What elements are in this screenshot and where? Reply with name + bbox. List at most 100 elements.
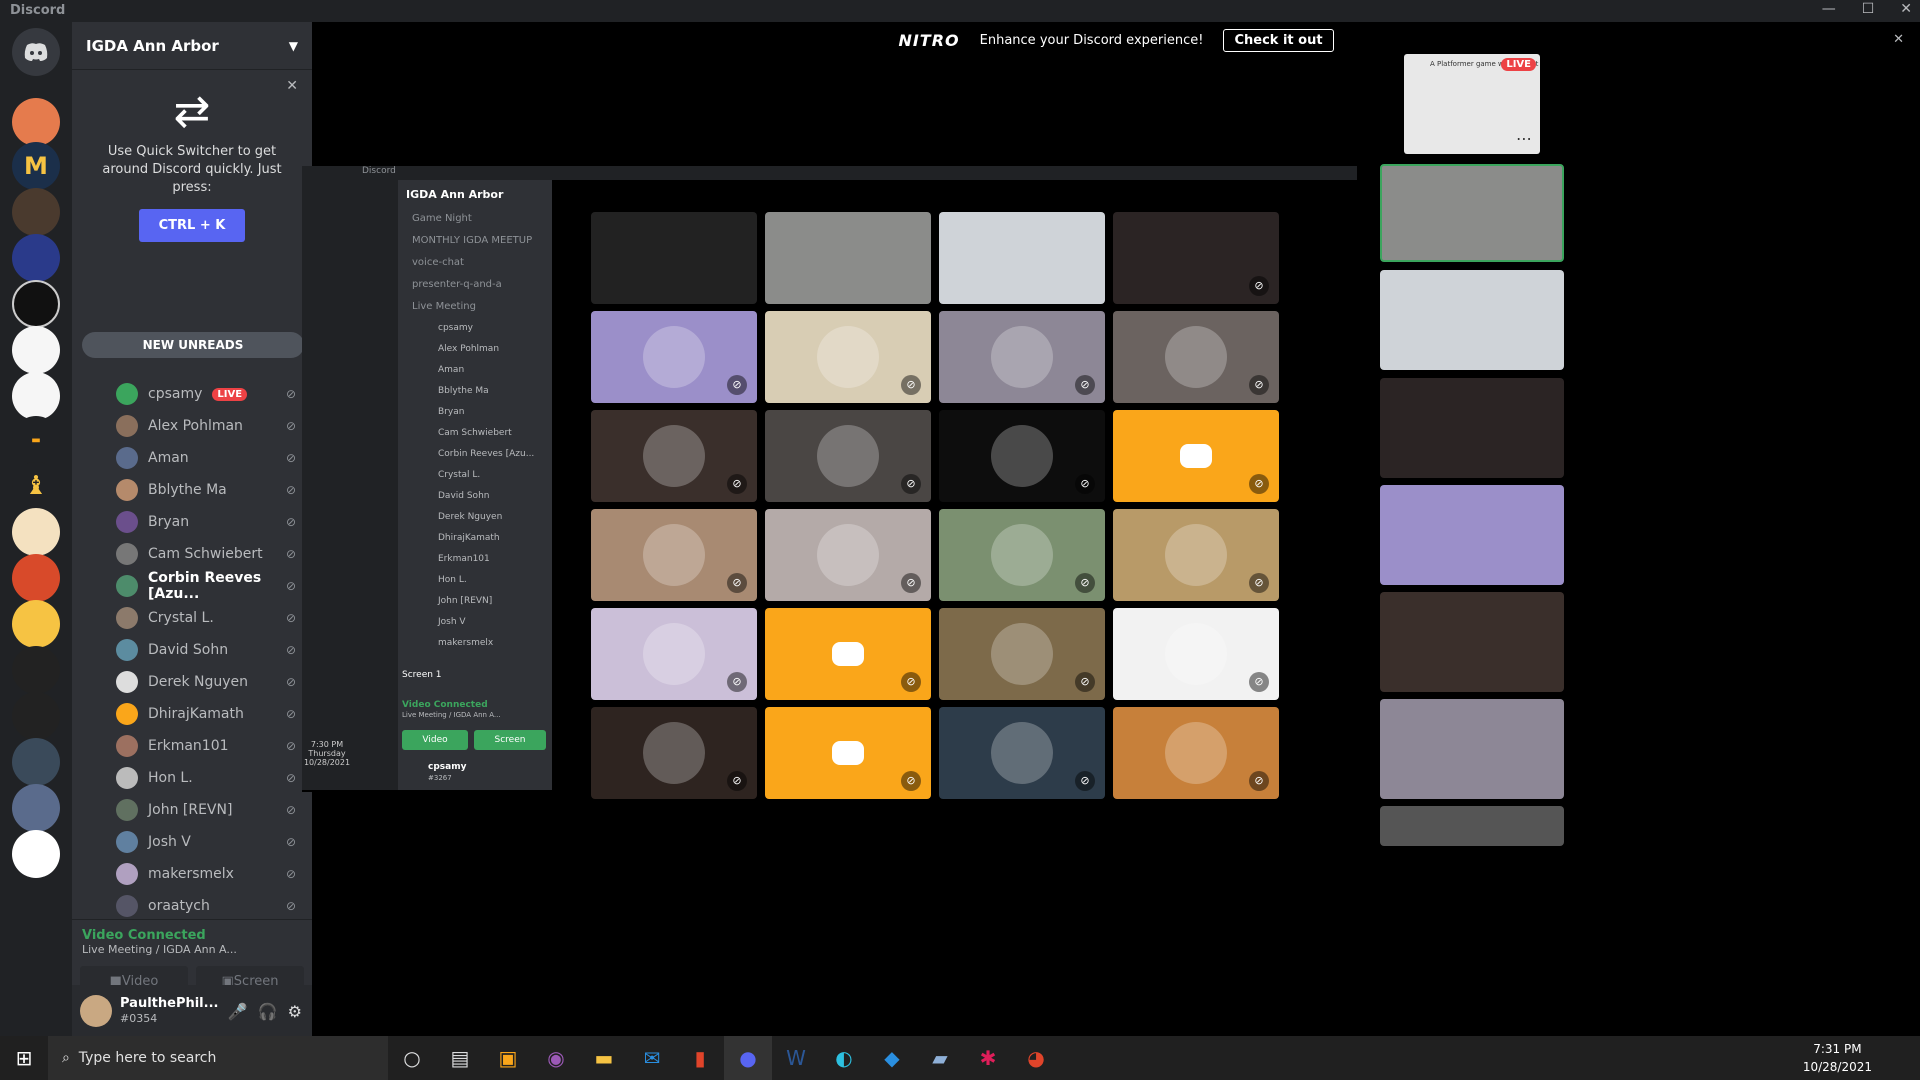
inner-channel[interactable]: presenter-q-and-a	[398, 274, 552, 296]
mail-icon[interactable]: ✉	[628, 1036, 676, 1080]
video-tile[interactable]	[1380, 378, 1564, 478]
video-tile[interactable]	[1380, 485, 1564, 585]
server-icon[interactable]	[12, 830, 60, 878]
video-tile[interactable]: ⊘	[591, 410, 757, 502]
inner-member[interactable]: Bryan	[398, 402, 552, 423]
slack-icon[interactable]: ✱	[964, 1036, 1012, 1080]
inner-member[interactable]: makersmelx	[398, 633, 552, 654]
task-view-icon[interactable]: ▤	[436, 1036, 484, 1080]
discord-home-icon[interactable]	[12, 28, 60, 76]
server-icon[interactable]	[12, 326, 60, 374]
inner-member[interactable]: Erkman101	[398, 549, 552, 570]
inner-member[interactable]: Alex Pohlman	[398, 339, 552, 360]
server-icon[interactable]	[12, 646, 60, 694]
inner-video-button[interactable]: Video	[402, 730, 468, 750]
headphones-icon[interactable]: 🎧	[258, 1002, 278, 1021]
video-tile[interactable]	[1380, 164, 1564, 262]
inner-channel[interactable]: Live Meeting	[398, 296, 552, 318]
new-unreads-pill[interactable]: NEW UNREADS	[82, 332, 304, 358]
voice-channel-path[interactable]: Live Meeting / IGDA Ann A...	[72, 943, 312, 956]
office-icon[interactable]: ▮	[676, 1036, 724, 1080]
more-icon[interactable]: ⋯	[1516, 129, 1532, 148]
video-tile[interactable]: ⊘	[939, 311, 1105, 403]
avatar[interactable]	[80, 995, 112, 1027]
close-icon[interactable]: ✕	[1900, 1, 1912, 17]
store-icon[interactable]: ▣	[484, 1036, 532, 1080]
mic-muted-icon[interactable]: 🎤	[228, 1002, 248, 1021]
inner-member[interactable]: cpsamy	[398, 318, 552, 339]
server-icon[interactable]: ♝	[12, 462, 60, 510]
server-header[interactable]: IGDA Ann Arbor ▼	[72, 22, 312, 70]
cortana-icon[interactable]: ○	[388, 1036, 436, 1080]
video-tile[interactable]: ⊘	[939, 410, 1105, 502]
video-tile[interactable]	[591, 212, 757, 304]
shortcut-button[interactable]: CTRL + K	[138, 209, 246, 242]
inner-member[interactable]: John [REVN]	[398, 591, 552, 612]
voice-member[interactable]: Hon L. ⊘	[72, 762, 312, 794]
video-tile[interactable]	[1380, 592, 1564, 692]
voice-member[interactable]: Corbin Reeves [Azu... ⊘	[72, 570, 312, 602]
video-tile[interactable]	[1380, 270, 1564, 370]
video-tile[interactable]: ⊘	[1113, 707, 1279, 799]
voice-member[interactable]: Erkman101 ⊘	[72, 730, 312, 762]
close-icon[interactable]: ✕	[1893, 32, 1904, 47]
video-tile[interactable]: ⊘	[939, 707, 1105, 799]
video-tile[interactable]: ⊘	[939, 509, 1105, 601]
video-tile[interactable]: ⊘	[765, 509, 931, 601]
server-icon[interactable]	[12, 738, 60, 786]
voice-member[interactable]: Josh V ⊘	[72, 826, 312, 858]
minimize-icon[interactable]: —	[1822, 1, 1836, 17]
voice-member[interactable]: cpsamy LIVE ⊘	[72, 378, 312, 410]
video-tile[interactable]: ⊘	[591, 707, 757, 799]
video-tile[interactable]: ⊘	[1113, 608, 1279, 700]
voice-member[interactable]: Bblythe Ma ⊘	[72, 474, 312, 506]
inner-member[interactable]: DhirajKamath	[398, 528, 552, 549]
inner-member[interactable]: Cam Schwiebert	[398, 423, 552, 444]
server-icon[interactable]	[12, 600, 60, 648]
inner-member[interactable]: Derek Nguyen	[398, 507, 552, 528]
chrome-icon[interactable]: ◕	[1012, 1036, 1060, 1080]
file-explorer-icon[interactable]: ▬	[580, 1036, 628, 1080]
gear-icon[interactable]: ⚙	[288, 1002, 302, 1021]
video-tile[interactable]: ⊘	[765, 410, 931, 502]
video-tile[interactable]	[1380, 699, 1564, 799]
edge-icon[interactable]: ◐	[820, 1036, 868, 1080]
voice-member[interactable]: Cam Schwiebert ⊘	[72, 538, 312, 570]
inner-member[interactable]: David Sohn	[398, 486, 552, 507]
voice-member[interactable]: Bryan ⊘	[72, 506, 312, 538]
video-tile[interactable]: ⊘	[765, 707, 931, 799]
vscode-icon[interactable]: ◆	[868, 1036, 916, 1080]
server-icon[interactable]	[12, 188, 60, 236]
nitro-cta-button[interactable]: Check it out	[1223, 28, 1334, 52]
taskbar-search[interactable]: ⌕ Type here to search	[48, 1036, 388, 1080]
video-tile[interactable]: ⊘	[591, 311, 757, 403]
video-tile[interactable]: ⊘	[1113, 509, 1279, 601]
inner-member[interactable]: Josh V	[398, 612, 552, 633]
video-tile[interactable]: ⊘	[939, 608, 1105, 700]
server-icon[interactable]	[12, 784, 60, 832]
voice-member[interactable]: Alex Pohlman ⊘	[72, 410, 312, 442]
inner-server-name[interactable]: IGDA Ann Arbor	[398, 180, 552, 208]
inner-channel[interactable]: voice-chat	[398, 252, 552, 274]
inner-member[interactable]: Bblythe Ma	[398, 381, 552, 402]
server-icon[interactable]	[12, 98, 60, 146]
video-tile[interactable]: ⊘	[1113, 212, 1279, 304]
inner-channel[interactable]: MONTHLY IGDA MEETUP	[398, 230, 552, 252]
voice-member[interactable]: makersmelx ⊘	[72, 858, 312, 890]
video-tile[interactable]: ⊘	[591, 509, 757, 601]
server-icon[interactable]	[12, 508, 60, 556]
stream-preview[interactable]: A Platformer game with a twist LIVE ⋯	[1404, 54, 1540, 154]
app-icon[interactable]: ▰	[916, 1036, 964, 1080]
maximize-icon[interactable]: ☐	[1862, 1, 1875, 17]
video-tile[interactable]	[1380, 806, 1564, 846]
voice-member[interactable]: Crystal L. ⊘	[72, 602, 312, 634]
video-tile[interactable]	[939, 212, 1105, 304]
video-tile[interactable]: ⊘	[591, 608, 757, 700]
server-icon[interactable]	[12, 280, 60, 328]
taskbar-clock[interactable]: 7:31 PM 10/28/2021	[1803, 1040, 1872, 1076]
inner-member[interactable]: Hon L.	[398, 570, 552, 591]
word-icon[interactable]: W	[772, 1036, 820, 1080]
video-tile[interactable]: ⊘	[1113, 311, 1279, 403]
voice-member[interactable]: Aman ⊘	[72, 442, 312, 474]
inner-member[interactable]: Crystal L.	[398, 465, 552, 486]
